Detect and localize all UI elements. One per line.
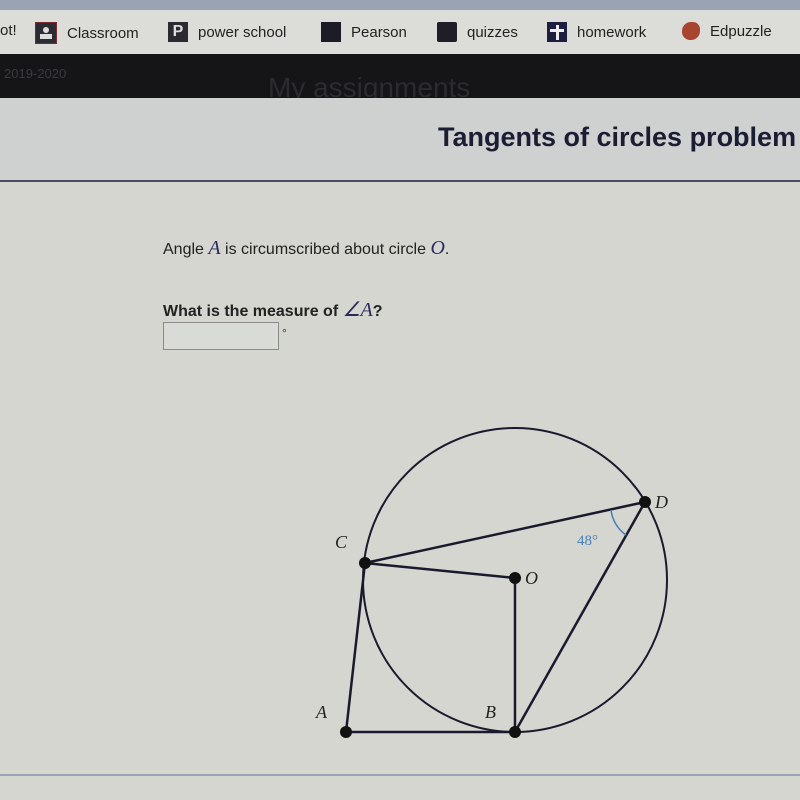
- bottom-divider: [0, 774, 800, 776]
- cross-icon: [547, 22, 567, 42]
- powerschool-icon: P: [168, 22, 188, 42]
- bookmark-powerschool[interactable]: P power school: [168, 22, 286, 42]
- bookmark-label: power school: [198, 23, 287, 41]
- bookmarks-bar: ot! Classroom P power school Pearson qui…: [0, 10, 800, 54]
- degree-unit: °: [282, 326, 287, 340]
- bookmark-partial[interactable]: ot!: [0, 22, 17, 39]
- bookmark-label: quizzes: [467, 23, 518, 41]
- question-text: ?: [372, 303, 383, 320]
- bookmark-label: homework: [577, 23, 647, 41]
- bookmark-homework[interactable]: homework: [547, 22, 646, 42]
- browser-top-strip: [0, 0, 800, 10]
- folder-icon: [437, 22, 457, 42]
- statement-text: Angle: [163, 241, 209, 258]
- bookmark-quizzes[interactable]: quizzes: [437, 22, 518, 42]
- angle-a-symbol: ∠A: [342, 299, 373, 321]
- pearson-icon: [321, 22, 341, 42]
- bookmark-label: Classroom: [67, 24, 139, 42]
- statement-text: .: [444, 241, 450, 258]
- problem-statement: Angle A is circumscribed about circle O.: [163, 237, 449, 260]
- edpuzzle-icon: [682, 22, 700, 40]
- exercise-content: [0, 182, 800, 800]
- classroom-icon: [35, 22, 57, 44]
- variable-o: O: [430, 237, 445, 259]
- bookmark-label: ot!: [0, 22, 17, 39]
- bookmark-edpuzzle[interactable]: Edpuzzle: [682, 22, 772, 40]
- exercise-title: Tangents of circles problem: [438, 122, 797, 152]
- bookmark-label: Pearson: [351, 23, 407, 41]
- answer-input[interactable]: [163, 322, 279, 350]
- question-prompt: What is the measure of ∠A?: [163, 297, 383, 322]
- bookmark-pearson[interactable]: Pearson: [321, 22, 407, 42]
- bookmark-classroom[interactable]: Classroom: [35, 22, 139, 44]
- bookmark-label: Edpuzzle: [710, 22, 772, 40]
- variable-a: A: [208, 237, 221, 259]
- school-year: 2019-2020: [4, 66, 67, 81]
- question-text: What is the measure of: [163, 303, 343, 320]
- statement-text: is circumscribed about circle: [220, 241, 431, 258]
